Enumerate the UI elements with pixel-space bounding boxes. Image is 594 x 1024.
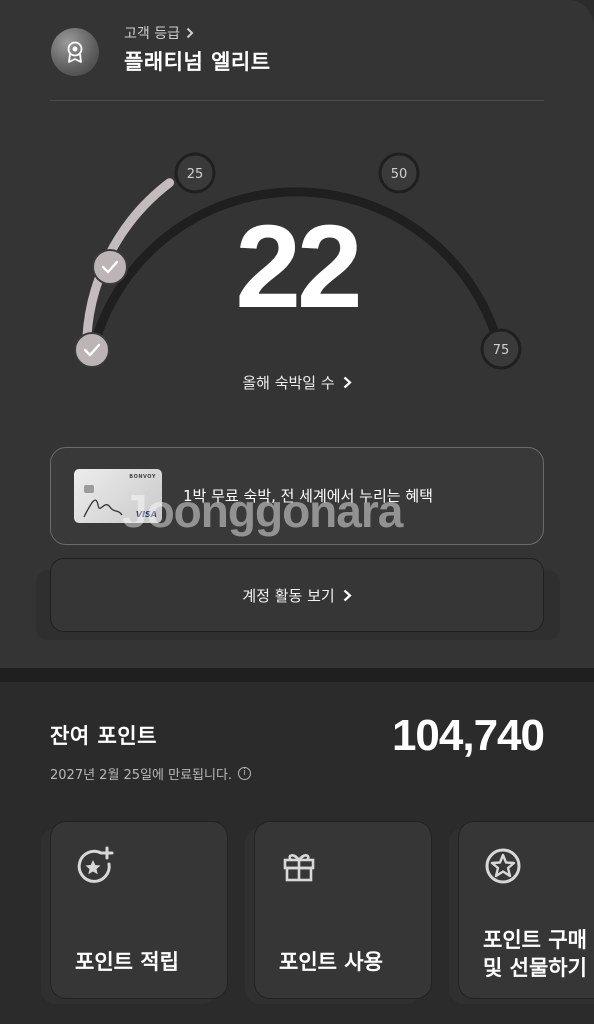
tile-label-line: 포인트 적립	[75, 949, 179, 974]
info-icon[interactable]: i	[238, 767, 252, 780]
card-signature-icon	[83, 499, 123, 518]
tier-caption-label: 고객 등급	[124, 26, 180, 42]
tile-label-line: 및 선물하기	[483, 955, 587, 980]
nights-count: 22	[235, 201, 362, 333]
chevron-right-icon	[343, 589, 352, 601]
expiry-text: 2027년 2월 25일에 만료됩니다.	[50, 768, 233, 783]
nights-link-label: 올해 숙박일 수	[242, 374, 335, 392]
tier-name: 플래티넘 엘리트	[124, 50, 271, 74]
use-points-tile[interactable]: 포인트 사용	[254, 821, 432, 999]
tile-label-line: 포인트 구매	[483, 928, 587, 953]
points-expiry: 2027년 2월 25일에 만료됩니다. i	[50, 764, 252, 783]
tile-label-line: 포인트 사용	[279, 949, 383, 974]
view-account-activity-button[interactable]: 계정 활동 보기	[50, 558, 544, 632]
card-promo-banner[interactable]: BONVOY VISA 1박 무료 숙박, 전 세계에서 누리는 혜택	[50, 447, 544, 545]
chevron-right-icon	[186, 27, 194, 39]
divider	[50, 100, 544, 101]
milestone-label: 50	[391, 167, 408, 182]
activity-label: 계정 활동 보기	[242, 586, 335, 605]
promo-text: 1박 무료 숙박, 전 세계에서 누리는 혜택	[183, 487, 433, 505]
status-card: 고객 등급 플래티넘 엘리트 25 50 75 22 올해 숙박일 수 BONV…	[0, 0, 594, 668]
earn-points-tile[interactable]: 포인트 적립	[50, 821, 228, 999]
check-icon	[74, 332, 110, 368]
buy-gift-points-tile[interactable]: 포인트 구매 및 선물하기	[458, 821, 594, 999]
star-badge-icon	[485, 848, 521, 884]
section-divider	[0, 668, 594, 682]
milestone-75: 75	[480, 328, 522, 370]
gift-icon	[283, 854, 315, 882]
tier-badge-icon	[51, 28, 99, 76]
milestone-25: 25	[174, 152, 216, 194]
milestone-label: 25	[187, 167, 204, 182]
milestone-50: 50	[378, 152, 420, 194]
tile-label: 포인트 적립	[75, 949, 179, 976]
star-plus-icon	[77, 846, 114, 883]
points-balance: 104,740	[391, 711, 545, 760]
nights-this-year-link[interactable]: 올해 숙박일 수	[0, 372, 594, 393]
card-network: VISA	[135, 510, 157, 519]
points-label: 잔여 포인트	[50, 724, 157, 748]
tier-caption-link[interactable]: 고객 등급	[124, 23, 194, 43]
credit-card-image: BONVOY VISA	[74, 469, 162, 523]
milestone-label: 75	[493, 343, 510, 358]
tile-label: 포인트 구매 및 선물하기	[483, 927, 587, 982]
chevron-right-icon	[343, 376, 352, 389]
tile-label: 포인트 사용	[279, 949, 383, 976]
card-brand: BONVOY	[129, 474, 156, 480]
